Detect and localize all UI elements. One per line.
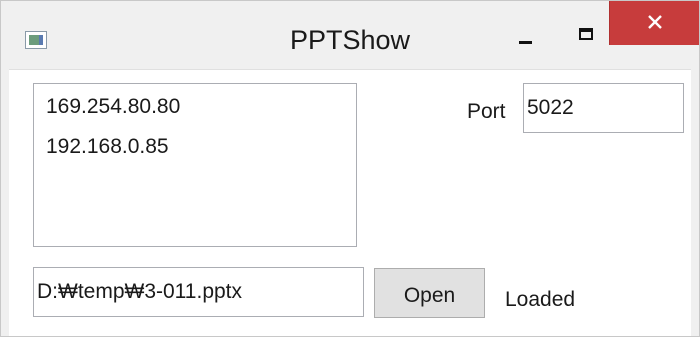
maximize-button[interactable] xyxy=(557,11,617,59)
ip-address-list[interactable]: 169.254.80.80 192.168.0.85 xyxy=(33,83,357,247)
list-item[interactable]: 192.168.0.85 xyxy=(46,136,344,176)
list-item[interactable]: 169.254.80.80 xyxy=(46,96,344,136)
minimize-icon xyxy=(519,41,532,44)
port-input[interactable] xyxy=(523,83,684,133)
maximize-icon xyxy=(579,28,593,40)
title-bar[interactable]: PPTShow xyxy=(1,1,699,63)
file-path-input[interactable] xyxy=(33,267,364,317)
close-icon xyxy=(648,15,662,29)
close-button[interactable] xyxy=(609,1,699,45)
minimize-button[interactable] xyxy=(497,11,555,59)
port-label: Port xyxy=(467,100,506,123)
client-area: 169.254.80.80 192.168.0.85 Port Open Loa… xyxy=(9,69,691,336)
status-label: Loaded xyxy=(505,288,576,311)
app-window: PPTShow 169.254.80.80 192.168.0.85 Port … xyxy=(0,0,700,337)
open-button[interactable]: Open xyxy=(374,268,485,318)
